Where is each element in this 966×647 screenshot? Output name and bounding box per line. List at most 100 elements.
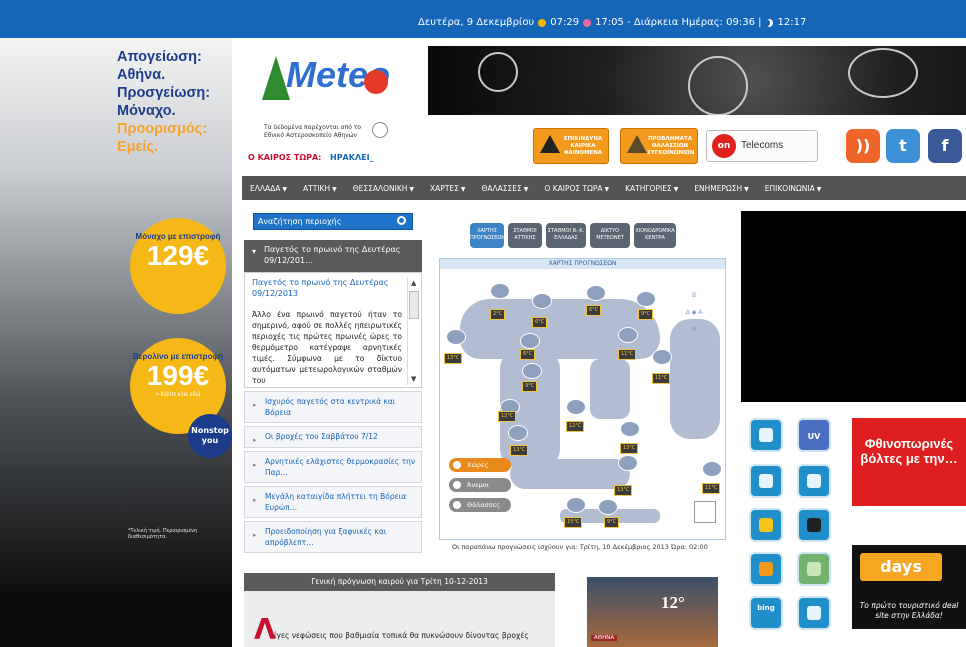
news-item[interactable]: Ισχυρός παγετός στα κεντρικά και Βόρεια	[244, 391, 422, 423]
top-info-bar: Δευτέρα, 9 Δεκεμβρίου 07:29 17:05 - Διάρ…	[0, 0, 966, 38]
cloud-icon	[566, 399, 586, 415]
legend-winds-toggle[interactable]: Άνεμοι	[449, 478, 511, 492]
bing-maps-icon[interactable]: bing	[749, 596, 783, 630]
observatory-icon	[372, 122, 388, 138]
scroll-up-arrow-icon[interactable]: ▲	[411, 279, 416, 287]
sailing-icon[interactable]	[749, 464, 783, 498]
news-article-panel: Παγετός το πρωινό της Δευτέρας 09/12/201…	[244, 272, 422, 388]
observatory-credit: Τα δεδομένα παρέχονται από το Εθνικό Αστ…	[264, 124, 362, 139]
tab-ski-centers[interactable]: ΧΙΟΝΟΔΡΟΜΙΚΑ ΚΕΝΤΡΑ	[634, 223, 676, 248]
map-caption: ΧΑΡΤΗΣ ΠΡΟΓΝΩΣΕΩΝ	[440, 259, 725, 269]
nav-attica[interactable]: ΑΤΤΙΚΗ	[295, 184, 345, 193]
nav-seas[interactable]: ΘΑΛΑΣΣΕΣ	[474, 184, 537, 193]
sun-moon-info: Δευτέρα, 9 Δεκεμβρίου 07:29 17:05 - Διάρ…	[418, 17, 806, 28]
temp-label: 11°C	[652, 373, 671, 384]
webcam-icon[interactable]	[797, 508, 831, 542]
badge-cta: > Κάντε κλικ εδώ	[155, 392, 201, 398]
search-input[interactable]: Αναζήτηση περιοχής	[253, 213, 413, 230]
lightning-icon[interactable]	[749, 508, 783, 542]
flag-icon	[759, 562, 773, 576]
boat-icon	[759, 474, 773, 488]
bookmark-icon[interactable]	[749, 552, 783, 586]
video-ad-slot[interactable]	[741, 211, 966, 402]
nav-weather-now[interactable]: Ο ΚΑΙΡΟΣ ΤΩΡΑ	[536, 184, 617, 193]
sunrise-time: 07:29	[550, 17, 580, 28]
meteo-logo[interactable]: Meteo	[258, 48, 398, 114]
general-forecast-title: Γενική πρόγνωση καιρού για Τρίτη 10-12-2…	[244, 573, 555, 591]
left-advertisement[interactable]: Απογείωση: Αθήνα. Προσγείωση: Μόναχο. Πρ…	[0, 38, 232, 647]
alert-label: ΠΡΟΒΛΗΜΑΤΑ ΘΑΛΑΣΣΙΩΝ ΣΥΓΚΟΙΝΩΝΙΩΝ	[647, 136, 695, 156]
tab-attica-stations[interactable]: ΣΤΑΘΜΟΙ ΑΤΤΙΚΗΣ	[508, 223, 542, 248]
legend-seas-toggle[interactable]: Θάλασσες	[449, 498, 511, 512]
rss-icon[interactable]: ))	[846, 129, 880, 163]
sunrise-icon	[538, 18, 547, 27]
temp-label: 9°C	[522, 381, 538, 392]
temp-label: 6°C	[520, 349, 536, 360]
telecoms-ad[interactable]: on Telecoms	[706, 130, 818, 162]
temp-label: 13°C	[444, 353, 463, 364]
facebook-icon[interactable]: f	[928, 129, 962, 163]
temp-label: 2°C	[490, 309, 506, 320]
cloud-icon	[598, 499, 618, 515]
uv-index-icon[interactable]: UV	[797, 418, 831, 452]
search-placeholder: Αναζήτηση περιοχής	[258, 217, 342, 226]
telecoms-label: Telecoms	[741, 140, 784, 151]
cloud-icon	[446, 329, 466, 345]
news-item[interactable]: Μεγάλη καταιγίδα πλήττει τη Βόρεια Ευρώπ…	[244, 486, 422, 518]
top-banner-image[interactable]	[428, 46, 966, 115]
article-title[interactable]: Παγετός το πρωινό της Δευτέρας 09/12/201…	[252, 277, 400, 299]
news-accordion-header[interactable]: Παγετός το πρωινό της Δευτέρας 09/12/201…	[244, 240, 422, 272]
price-badge-munich[interactable]: Μόναχο με επιστροφή 129€	[130, 218, 226, 314]
nav-maps[interactable]: ΧΑΡΤΕΣ	[422, 184, 473, 193]
moon-time: 12:17	[777, 17, 807, 28]
cloud-icon	[520, 333, 540, 349]
athens-weather-widget[interactable]: 12° ΑΘΗΝΑ	[587, 577, 718, 647]
tab-meteonet[interactable]: ΔΙΚΤΥΟ ΜΕΤΕΟNET	[590, 223, 630, 248]
sunset-time: 17:05 - Διάρκεια Ημέρας: 09:36 |	[595, 17, 762, 28]
ad-line-6: Εμείς.	[117, 139, 159, 155]
sea-transport-button[interactable]: ΠΡΟΒΛΗΜΑΤΑ ΘΑΛΑΣΣΙΩΝ ΣΥΓΚΟΙΝΩΝΙΩΝ	[620, 128, 698, 164]
ad-line-1: Απογείωση:	[117, 49, 202, 65]
weather-now-location[interactable]: ΗΡΑΚΛΕΙ_	[330, 153, 374, 162]
cloud-icon	[532, 293, 552, 309]
nav-thessaloniki[interactable]: ΘΕΣΣΑΛΟΝΙΚΗ	[345, 184, 422, 193]
news-item[interactable]: Οι βροχές του Σαββάτου 7/12	[244, 426, 422, 448]
days-deal-ad[interactable]: days Το πρώτο τουριστικό deal site στην …	[852, 545, 966, 629]
compass-north: Β	[691, 292, 697, 299]
nav-greece[interactable]: ΕΛΛΑΔΑ	[242, 184, 295, 193]
dangerous-weather-button[interactable]: ΕΠΙΚΙΝΔΥΝΑ ΚΑΙΡΙΚΑ ΦΑΙΝΟΜΕΝΑ	[533, 128, 609, 164]
scroll-down-arrow-icon[interactable]: ▼	[411, 375, 416, 383]
swirl-decoration	[688, 56, 748, 115]
car-icon	[759, 428, 773, 442]
tab-forecast-map[interactable]: ΧΑΡΤΗΣ ΠΡΟΓΝΩΣΕΩΝ	[470, 223, 505, 248]
athens-label: ΑΘΗΝΑ	[591, 635, 618, 641]
badge-price: 199€	[146, 360, 210, 391]
nav-news[interactable]: ΕΝΗΜΕΡΩΣΗ	[686, 184, 756, 193]
article-scrollbar[interactable]: ▲ ▼	[407, 277, 419, 385]
ornament-icon	[364, 70, 388, 94]
wind-map-icon[interactable]	[797, 464, 831, 498]
wind-icon	[807, 474, 821, 488]
moon-icon	[765, 19, 773, 27]
tab-north-stations[interactable]: ΣΤΑΘΜΟΙ Β.-Κ. ΕΛΛΑΔΑΣ	[546, 223, 586, 248]
general-forecast-body: Λ ίγες νεφώσεις που βαθμιαία τοπικά θα π…	[244, 591, 555, 647]
days-logo: days	[860, 553, 942, 581]
twitter-icon[interactable]: t	[886, 129, 920, 163]
nav-contact[interactable]: ΕΠΙΚΟΙΝΩΝΙΑ	[757, 184, 830, 193]
temp-label: 6°C	[586, 305, 602, 316]
legend-countries-toggle[interactable]: Χώρες	[449, 458, 511, 472]
cloud-icon	[566, 497, 586, 513]
world-map-icon[interactable]	[797, 552, 831, 586]
autumn-trips-ad[interactable]: Φθινοπωρινές βόλτες με την…	[852, 418, 966, 506]
road-conditions-icon[interactable]	[749, 418, 783, 452]
scroll-thumb[interactable]	[409, 291, 419, 319]
news-item[interactable]: Προειδοποίηση για ξαφνικές και απρόβλεπτ…	[244, 521, 422, 553]
ad-footnote: *Τελική τιμή. Περιορισμένη διαθεσιμότητα…	[128, 528, 198, 540]
search-icon[interactable]	[397, 216, 406, 225]
temp-label: 13°C	[510, 445, 529, 456]
tools-icon[interactable]	[797, 596, 831, 630]
nav-categories[interactable]: ΚΑΤΗΓΟΡΙΕΣ	[617, 184, 686, 193]
ad-line-2: Αθήνα.	[117, 67, 166, 83]
news-item[interactable]: Αρνητικές ελάχιστες θερμοκρασίες την Παρ…	[244, 451, 422, 483]
camera-icon	[807, 518, 821, 532]
